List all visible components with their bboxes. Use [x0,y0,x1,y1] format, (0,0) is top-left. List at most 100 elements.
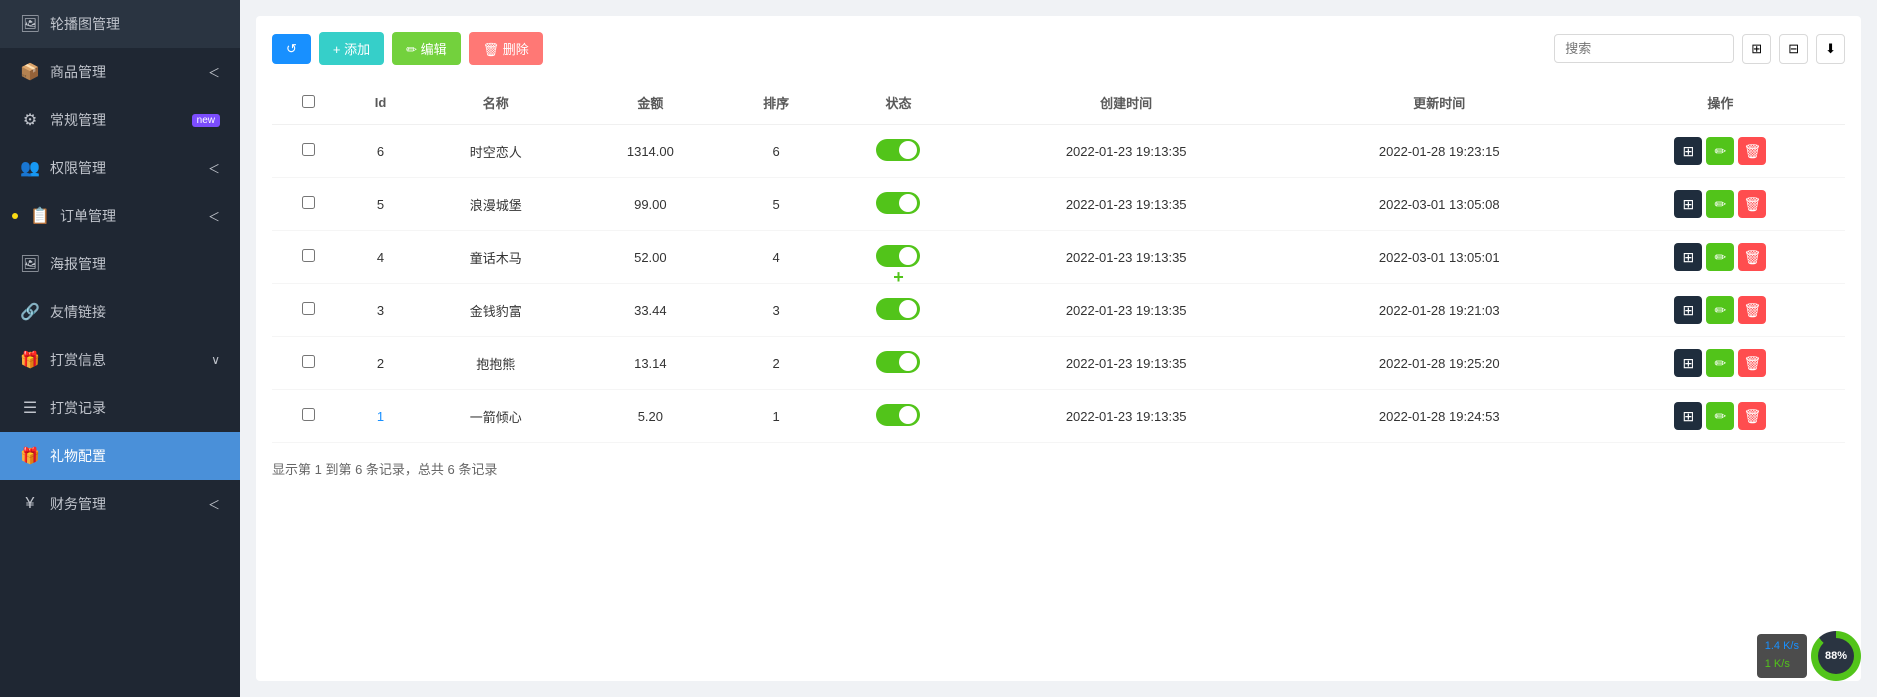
row-select-1[interactable] [302,408,315,421]
goods-icon: 📦 [20,62,40,82]
delete-row-button-2[interactable]: 🗑 [1738,349,1766,377]
row-order-4: 4 [725,231,827,284]
row-checkbox-2 [272,337,345,390]
status-toggle-2[interactable] [876,351,920,373]
finance-arrow-icon: ＜ [208,496,220,513]
row-select-5[interactable] [302,196,315,209]
status-toggle-1[interactable] [876,404,920,426]
delete-row-button-3[interactable]: 🗑 [1738,296,1766,324]
sidebar-item-orders[interactable]: 📋 订单管理 ＜ [0,192,240,240]
col-status: 状态 [827,81,969,125]
status-toggle-6[interactable] [876,139,920,161]
status-toggle-3[interactable] [876,298,920,320]
upload-speed: 1 K/s [1765,656,1799,674]
edit-row-button-2[interactable]: ✏ [1706,349,1734,377]
speed-circle: 88% [1811,631,1861,681]
sidebar-item-auth[interactable]: 👥 权限管理 ＜ [0,144,240,192]
table-row: 6 时空恋人 1314.00 6 2022-01-23 19:13:35 202… [272,125,1845,178]
pagination-info: 显示第 1 到第 6 条记录，总共 6 条记录 [272,459,1845,478]
row-order-2: 2 [725,337,827,390]
sidebar-item-reward-log[interactable]: ☰ 打赏记录 [0,384,240,432]
edit-row-button-6[interactable]: ✏ [1706,137,1734,165]
row-status-1 [827,390,969,443]
orders-dot [12,213,18,219]
delete-row-button-6[interactable]: 🗑 [1738,137,1766,165]
row-actions-1: ⊞ ✏ 🗑 [1596,390,1845,443]
download-speed: 1.4 K/s [1765,638,1799,656]
table-row: 5 浪漫城堡 99.00 5 2022-01-23 19:13:35 2022-… [272,178,1845,231]
row-select-4[interactable] [302,249,315,262]
network-info: 1.4 K/s 1 K/s [1757,634,1807,677]
row-select-6[interactable] [302,143,315,156]
add-button[interactable]: + 添加 [319,32,384,65]
row-order-3: 3 [725,284,827,337]
row-select-2[interactable] [302,355,315,368]
row-checkbox-4 [272,231,345,284]
row-amount-3: 33.44 [576,284,725,337]
poster-icon: 🖼 [20,254,40,274]
orders-arrow-icon: ＜ [208,208,220,225]
row-order-5: 5 [725,178,827,231]
row-checkbox-3 [272,284,345,337]
orders-icon: 📋 [30,206,50,226]
row-order-1: 1 [725,390,827,443]
sidebar-item-poster[interactable]: 🖼 海报管理 [0,240,240,288]
col-created: 创建时间 [970,81,1283,125]
row-amount-5: 99.00 [576,178,725,231]
row-amount-2: 13.14 [576,337,725,390]
sidebar-item-links[interactable]: 🔗 友情链接 [0,288,240,336]
export-button[interactable]: ⬇ [1816,34,1845,64]
search-input[interactable] [1554,34,1734,63]
sidebar-item-finance[interactable]: ¥ 财务管理 ＜ [0,480,240,528]
row-checkbox-5 [272,178,345,231]
table-row: 4 童话木马 52.00 4 + 2022-01-23 19:13:35 202… [272,231,1845,284]
sidebar: 🖼 轮播图管理 📦 商品管理 ＜ ⚙ 常规管理 new 👥 权限管理 ＜ 📋 订… [0,0,240,697]
row-updated-2: 2022-01-28 19:25:20 [1283,337,1596,390]
sidebar-label-reward-info: 打赏信息 [50,350,201,370]
sidebar-item-goods[interactable]: 📦 商品管理 ＜ [0,48,240,96]
sidebar-label-poster: 海报管理 [50,254,220,274]
row-order-6: 6 [725,125,827,178]
card-view-button[interactable]: ⊞ [1742,34,1771,64]
sidebar-label-general: 常规管理 [50,110,178,130]
sidebar-item-general[interactable]: ⚙ 常规管理 new [0,96,240,144]
row-id-4: 4 [345,231,415,284]
grid-view-button[interactable]: ⊟ [1779,34,1808,64]
edit-row-button-4[interactable]: ✏ [1706,243,1734,271]
move-button-1[interactable]: ⊞ [1674,402,1702,430]
status-toggle-4[interactable] [876,245,920,267]
row-id-5: 5 [345,178,415,231]
move-button-2[interactable]: ⊞ [1674,349,1702,377]
row-name-3: 金钱豹富 [416,284,576,337]
row-select-3[interactable] [302,302,315,315]
move-button-3[interactable]: ⊞ [1674,296,1702,324]
row-created-5: 2022-01-23 19:13:35 [970,178,1283,231]
banner-icon: 🖼 [20,14,40,34]
delete-row-button-1[interactable]: 🗑 [1738,402,1766,430]
delete-row-button-4[interactable]: 🗑 [1738,243,1766,271]
edit-button[interactable]: ✏ 编辑 [392,32,461,65]
refresh-button[interactable]: ↺ [272,34,311,64]
delete-row-button-5[interactable]: 🗑 [1738,190,1766,218]
move-button-4[interactable]: ⊞ [1674,243,1702,271]
status-toggle-5[interactable] [876,192,920,214]
row-actions-6: ⊞ ✏ 🗑 [1596,125,1845,178]
pagination-text: 显示第 1 到第 6 条记录，总共 6 条记录 [272,462,497,477]
gift-config-icon: 🎁 [20,446,40,466]
edit-row-button-5[interactable]: ✏ [1706,190,1734,218]
row-id-6: 6 [345,125,415,178]
finance-icon: ¥ [20,495,40,513]
edit-row-button-3[interactable]: ✏ [1706,296,1734,324]
row-status-4: + [827,231,969,284]
select-all-checkbox[interactable] [302,95,315,108]
delete-button[interactable]: 🗑 删除 [469,32,543,65]
sidebar-item-gift-config[interactable]: 🎁 礼物配置 [0,432,240,480]
sidebar-item-reward-info[interactable]: 🎁 打赏信息 ∨ [0,336,240,384]
move-button-5[interactable]: ⊞ [1674,190,1702,218]
row-amount-4: 52.00 [576,231,725,284]
edit-row-button-1[interactable]: ✏ [1706,402,1734,430]
move-button-6[interactable]: ⊞ [1674,137,1702,165]
row-name-2: 抱抱熊 [416,337,576,390]
row-created-4: 2022-01-23 19:13:35 [970,231,1283,284]
sidebar-item-banner[interactable]: 🖼 轮播图管理 [0,0,240,48]
